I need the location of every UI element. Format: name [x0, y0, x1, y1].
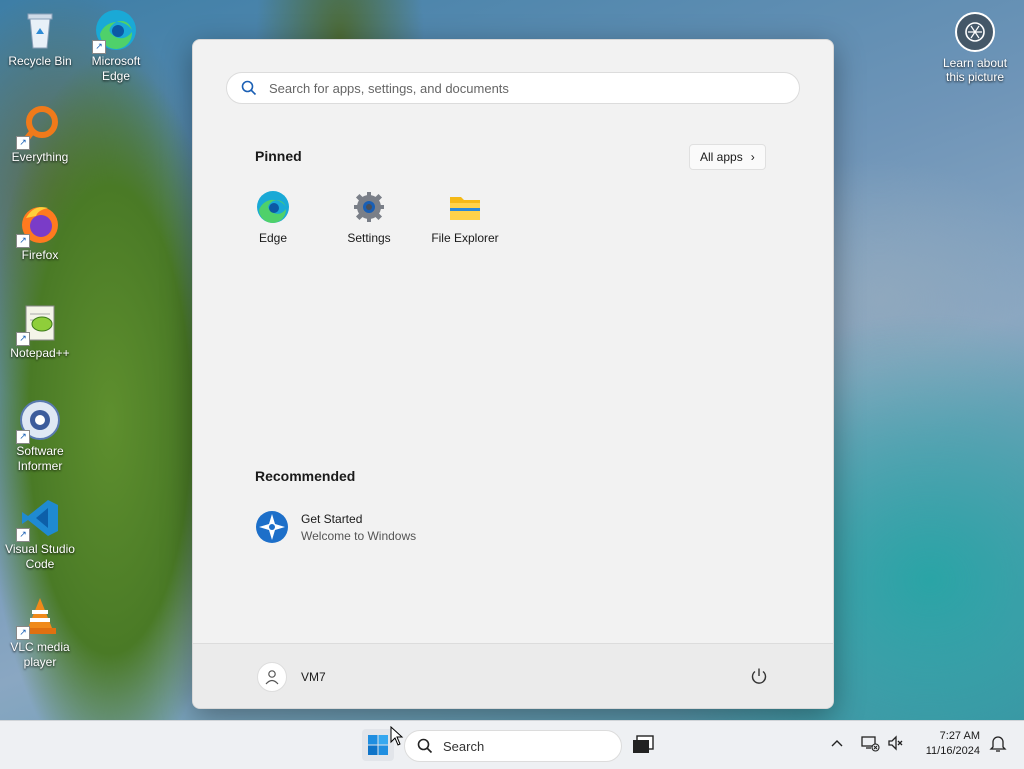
user-account-button[interactable]: VM7 — [257, 662, 326, 692]
search-icon — [417, 738, 433, 754]
desktop-icon-recycle-bin[interactable]: Recycle Bin — [2, 8, 78, 69]
shortcut-arrow-icon: ↗ — [16, 332, 30, 346]
taskbar-search-label: Search — [443, 738, 485, 754]
desktop-icon-microsoft-edge[interactable]: ↗ Microsoft Edge — [78, 8, 154, 84]
vlc-icon: ↗ — [16, 594, 62, 640]
software-informer-icon: ↗ — [16, 398, 62, 444]
user-name: VM7 — [301, 670, 326, 684]
vscode-icon: ↗ — [16, 496, 62, 542]
task-view-icon — [633, 735, 654, 753]
pinned-app-label: Edge — [258, 231, 288, 245]
pinned-app-label: Settings — [347, 231, 391, 245]
get-started-icon — [255, 510, 289, 544]
firefox-icon: ↗ — [16, 202, 62, 248]
desktop-icon-vscode[interactable]: ↗ Visual Studio Code — [2, 496, 78, 572]
desktop-icon-label: Recycle Bin — [8, 54, 72, 68]
shortcut-arrow-icon: ↗ — [16, 626, 30, 640]
taskbar: Search 7:27 AM 11/16/2024 — [0, 720, 1024, 769]
network-disconnected-icon — [861, 736, 880, 752]
desktop-icon-firefox[interactable]: ↗ Firefox — [2, 202, 78, 263]
recommended-item-subtitle: Welcome to Windows — [301, 528, 417, 543]
clock-time: 7:27 AM — [939, 730, 980, 742]
notifications-button[interactable] — [988, 733, 1008, 758]
all-apps-label: All apps — [700, 150, 743, 164]
desktop-icon-label: VLC media player — [10, 640, 70, 669]
pinned-app-settings[interactable]: Settings — [324, 190, 414, 245]
notepad-plus-plus-icon: ↗ — [16, 300, 62, 346]
recommended-item-title: Get Started — [301, 511, 363, 526]
desktop-icon-label: Firefox — [21, 248, 59, 262]
clock-date: 11/16/2024 — [925, 745, 980, 757]
start-search-box[interactable] — [226, 72, 800, 104]
notification-bell-icon — [989, 736, 1007, 752]
edge-icon: ↗ — [92, 8, 138, 54]
desktop-icon-label: Visual Studio Code — [5, 542, 75, 571]
start-menu: Pinned All apps › Edge Settings File Exp… — [192, 39, 834, 709]
pinned-title: Pinned — [255, 148, 302, 164]
settings-gear-icon — [352, 190, 386, 224]
learn-about-label: Learn about this picture — [942, 56, 1008, 84]
network-button[interactable] — [860, 733, 880, 758]
camera-icon — [955, 12, 995, 52]
pinned-app-file-explorer[interactable]: File Explorer — [420, 190, 510, 245]
shortcut-arrow-icon: ↗ — [16, 136, 30, 150]
recommended-title: Recommended — [255, 468, 356, 484]
shortcut-arrow-icon: ↗ — [16, 430, 30, 444]
desktop-icon-label: Everything — [11, 150, 69, 164]
task-view-button[interactable] — [630, 733, 656, 757]
chevron-up-icon — [831, 740, 843, 747]
folder-icon — [448, 190, 482, 224]
user-avatar-icon — [257, 662, 287, 692]
power-icon — [751, 668, 767, 684]
shortcut-arrow-icon: ↗ — [16, 234, 30, 248]
volume-muted-icon — [888, 735, 903, 751]
desktop-icon-notepad-plus-plus[interactable]: ↗ Notepad++ — [2, 300, 78, 361]
windows-logo-icon — [368, 735, 388, 755]
search-icon — [241, 80, 257, 96]
show-hidden-icons-button[interactable] — [830, 733, 844, 758]
volume-button[interactable] — [886, 733, 906, 758]
start-menu-footer: VM7 — [193, 643, 833, 708]
pinned-app-label: File Explorer — [431, 231, 499, 245]
desktop-icon-label: Microsoft Edge — [91, 54, 141, 83]
pinned-app-edge[interactable]: Edge — [228, 190, 318, 245]
mouse-cursor-icon — [390, 726, 404, 746]
taskbar-search[interactable]: Search — [404, 730, 622, 762]
shortcut-arrow-icon: ↗ — [92, 40, 106, 54]
clock[interactable]: 7:27 AM 11/16/2024 — [912, 729, 980, 759]
recommended-item-get-started[interactable]: Get Started Welcome to Windows — [255, 510, 416, 544]
desktop-icon-everything[interactable]: ↗ Everything — [2, 104, 78, 165]
desktop-icon-software-informer[interactable]: ↗ Software Informer — [2, 398, 78, 474]
edge-icon — [256, 190, 290, 224]
desktop-icon-label: Software Informer — [16, 444, 64, 473]
recycle-bin-icon — [18, 8, 62, 52]
learn-about-picture[interactable]: Learn about this picture — [938, 12, 1012, 84]
chevron-right-icon: › — [750, 150, 755, 164]
desktop-icon-vlc[interactable]: ↗ VLC media player — [2, 594, 78, 670]
desktop-icon-label: Notepad++ — [10, 346, 70, 360]
everything-icon: ↗ — [16, 104, 62, 150]
shortcut-arrow-icon: ↗ — [16, 528, 30, 542]
all-apps-button[interactable]: All apps › — [689, 144, 766, 170]
start-search-input[interactable] — [267, 79, 771, 97]
power-button[interactable] — [749, 666, 769, 686]
